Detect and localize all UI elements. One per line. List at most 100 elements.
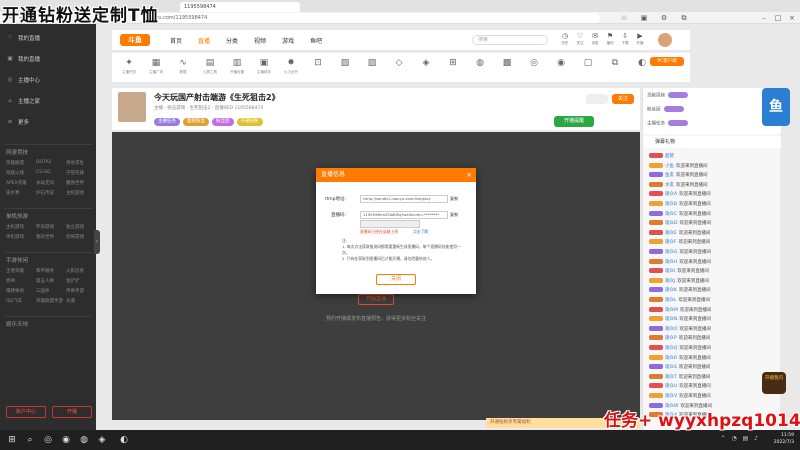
sidebar-category[interactable]: 怀旧游戏 [36, 224, 54, 230]
sidebar-category[interactable]: 光遇 [66, 298, 75, 304]
sidebar-collapse-icon[interactable]: ‹ [94, 230, 100, 254]
extensions-icon[interactable]: ▣ [640, 14, 648, 22]
chat-message[interactable]: 观众C 欢迎来到直播间 [649, 210, 777, 219]
chat-message[interactable]: 观众Q 欢迎来到直播间 [649, 344, 777, 353]
chat-message[interactable]: 观众I 欢迎来到直播间 [649, 267, 777, 276]
chat-message[interactable]: 观众K 欢迎来到直播间 [649, 286, 777, 295]
nav-broadcast-button[interactable]: ▶ 开播 [635, 32, 645, 46]
anchor-tool-2[interactable]: ∿ 数据 [170, 56, 196, 75]
system-tray-icons[interactable]: ⌃ ◔ ▤ ♪ [721, 435, 760, 442]
sidebar-category[interactable]: 永劫无间 [36, 180, 54, 186]
anchor-tool-11[interactable]: ◈ [413, 56, 439, 70]
line-select[interactable] [360, 220, 420, 228]
sidebar-button-1[interactable]: 开播 [52, 406, 92, 418]
anchor-tool-16[interactable]: ◉ [548, 56, 574, 70]
anchor-tool-4[interactable]: ▥ 开播设置 [224, 56, 250, 75]
sidebar-item-0[interactable]: ♡ 我的直播 [6, 34, 40, 42]
chat-username[interactable]: 鱼友 [665, 173, 674, 178]
chat-message[interactable]: 观众M 欢迎来到直播间 [649, 306, 777, 315]
maximize-icon[interactable]: □ [774, 14, 782, 22]
anchor-tool-7[interactable]: ⊡ [305, 56, 331, 70]
sidebar-category[interactable]: 三国杀 [36, 288, 50, 294]
chat-message[interactable]: 观众S 欢迎来到直播间 [649, 363, 777, 372]
collections-icon[interactable]: ⧉ [680, 14, 688, 22]
favorites-icon[interactable]: ☆ [620, 14, 628, 22]
sidebar-category[interactable]: DOTA2 [36, 160, 51, 165]
chat-message[interactable]: 观众U 欢迎来到直播间 [649, 382, 777, 391]
sidebar-category[interactable]: 主机游戏 [6, 224, 24, 230]
sidebar-category[interactable]: 火影忍者 [66, 268, 84, 274]
chat-username[interactable]: 观众G [665, 250, 678, 255]
anchor-tool-18[interactable]: ⧉ [602, 56, 628, 70]
wechat-icon[interactable]: ◍ [78, 434, 90, 446]
sidebar-category[interactable]: 第五人格 [36, 278, 54, 284]
sidebar-category[interactable]: 逆水寒 [6, 190, 20, 196]
anchor-tool-3[interactable]: ▤ 公屏工具 [197, 56, 223, 75]
anchor-tool-13[interactable]: ◍ [467, 56, 493, 70]
rank-row[interactable]: 粉丝团 [647, 106, 684, 113]
chat-message[interactable]: 观众E 欢迎来到直播间 [649, 229, 777, 238]
close-dialog-button[interactable]: 关闭 [376, 274, 416, 285]
sidebar-category[interactable]: 和平精英 [36, 268, 54, 274]
stream-code-field[interactable]: 1195598rmZGbBiEg?wsSecret=******** [360, 211, 448, 219]
anchor-tool-15[interactable]: ◎ [521, 56, 547, 70]
chat-username[interactable]: 观众F [665, 240, 677, 245]
sidebar-category[interactable]: 英雄联盟手游 [36, 298, 63, 304]
chat-message[interactable]: 观众D 欢迎来到直播间 [649, 219, 777, 228]
chat-message[interactable]: 观众L 欢迎来到直播间 [649, 296, 777, 305]
chat-username[interactable]: 观众H [665, 260, 677, 265]
sidebar-section-title[interactable]: 娱乐天地 [6, 320, 28, 328]
address-bar[interactable]: douyu.com/1195598474 [140, 13, 600, 23]
chat-username[interactable]: 观众V [665, 394, 677, 399]
sidebar-category[interactable]: 传奇手游 [66, 288, 84, 294]
chat-message[interactable]: 观众G 欢迎来到直播间 [649, 248, 777, 257]
chat-message[interactable]: 观众F 欢迎来到直播间 [649, 238, 777, 247]
nav-link-4[interactable]: 游戏 [282, 36, 294, 45]
nav-link-1[interactable]: 直播 [198, 36, 210, 45]
follow-button[interactable]: 关注 [612, 94, 634, 104]
sidebar-item-3[interactable]: ⌂ 主播之家 [6, 97, 40, 105]
chat-message[interactable]: 观众N 欢迎来到直播间 [649, 315, 777, 324]
pc-client-button[interactable]: PC客户端 [650, 57, 684, 66]
sidebar-button-0[interactable]: 账户中心 [6, 406, 46, 418]
sidebar-category[interactable]: 棋牌休闲 [6, 288, 24, 294]
chat-header[interactable]: 弹幕礼物 [643, 136, 781, 148]
start-icon[interactable]: ⊞ [6, 434, 18, 446]
chat-username[interactable]: 观众S [665, 365, 677, 370]
nav-follow-button[interactable]: ♡ 关注 [575, 32, 585, 46]
nav-link-0[interactable]: 首页 [170, 36, 182, 45]
anchor-tool-0[interactable]: ✦ 主播任务 [116, 56, 142, 75]
sidebar-category[interactable]: 魔兽世界 [66, 180, 84, 186]
minimize-icon[interactable]: – [760, 14, 768, 22]
sidebar-item-2[interactable]: ◎ 主播中心 [6, 76, 40, 84]
close-icon[interactable]: × [788, 14, 796, 22]
obs-icon[interactable]: ◐ [118, 434, 130, 446]
nav-link-2[interactable]: 分类 [226, 36, 238, 45]
chat-app-icon[interactable]: ◈ [96, 434, 108, 446]
close-icon[interactable]: × [466, 168, 472, 182]
browser-tab[interactable]: 1195598474 [180, 2, 300, 12]
chat-message[interactable]: 小鱼 欢迎来到直播间 [649, 162, 777, 171]
chat-username[interactable]: 观众N [665, 317, 677, 322]
learn-more-link[interactable]: 点击了解 [413, 229, 428, 235]
sidebar-category[interactable]: 炉石传说 [36, 190, 54, 196]
sidebar-category[interactable]: CS:GO [36, 170, 51, 175]
chat-username[interactable]: 观众D [665, 221, 677, 226]
sidebar-category[interactable]: 独立游戏 [66, 224, 84, 230]
chat-username[interactable]: 观众E [665, 231, 677, 236]
room-tag[interactable]: 粉丝团 [212, 118, 234, 126]
anchor-tool-1[interactable]: ▦ 主播广场 [143, 56, 169, 75]
start-live-button[interactable]: 开始直播 [358, 294, 394, 305]
chat-username[interactable]: 观众A [665, 192, 677, 197]
sidebar-category[interactable]: QQ飞车 [6, 298, 22, 304]
room-tag[interactable]: 主播任务 [154, 118, 180, 126]
chat-username[interactable]: 观众J [665, 279, 675, 284]
chat-message[interactable]: 观众V 欢迎来到直播间 [649, 392, 777, 401]
chat-message[interactable]: 观众J 欢迎来到直播间 [649, 277, 777, 286]
chat-message[interactable]: 观众R 欢迎来到直播间 [649, 354, 777, 363]
chat-username[interactable]: 观众L [665, 298, 677, 303]
chat-username[interactable]: 观众C [665, 212, 677, 217]
sidebar-category[interactable]: 英雄联盟 [6, 160, 24, 166]
settings-icon[interactable]: ⚙ [660, 14, 668, 22]
share-button[interactable] [586, 94, 608, 104]
